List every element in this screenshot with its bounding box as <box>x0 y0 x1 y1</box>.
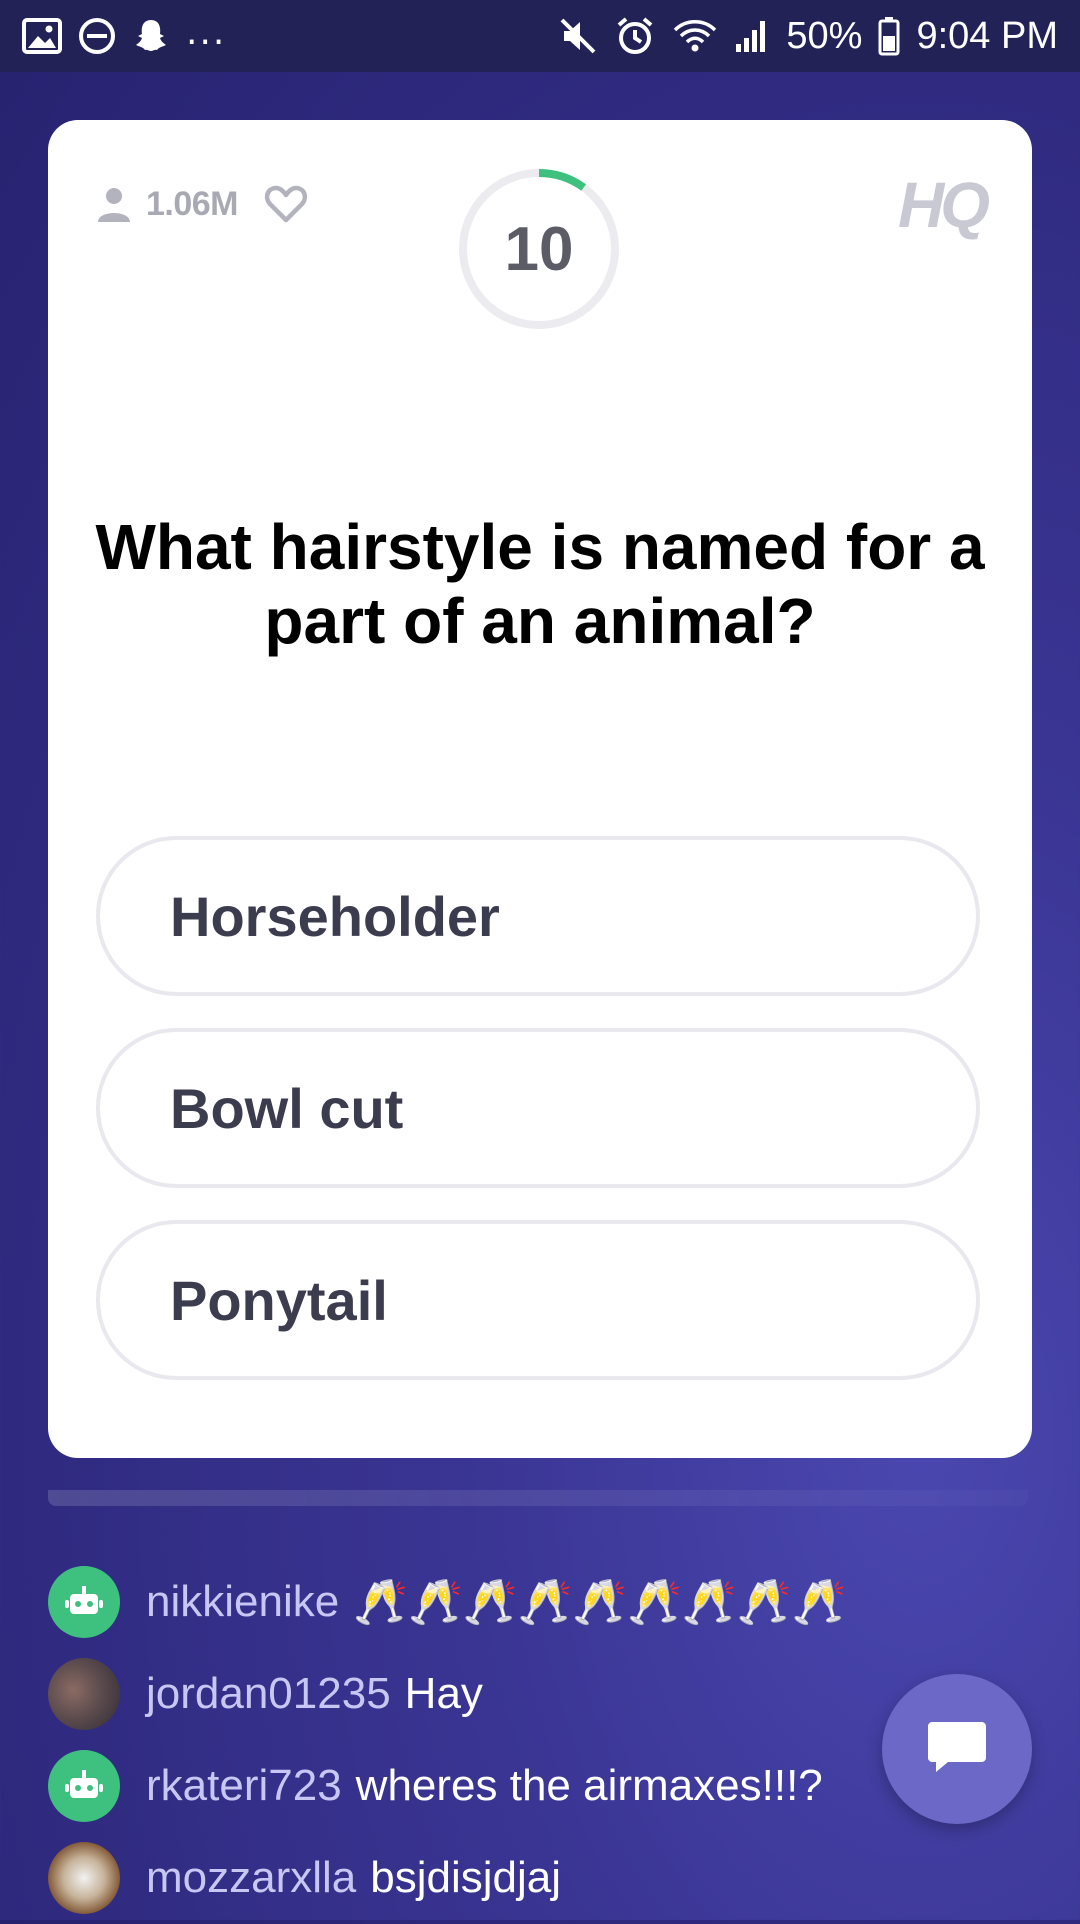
answer-option-3[interactable]: Ponytail <box>96 1220 980 1380</box>
question-card: 1.06M 10 HQ What hairstyle is named for … <box>48 120 1032 1458</box>
mute-icon <box>558 16 598 56</box>
robot-avatar-icon <box>48 1566 120 1638</box>
timer-value: 10 <box>504 214 574 284</box>
battery-percent: 50% <box>786 14 863 57</box>
alarm-icon <box>614 15 656 57</box>
chat-text: Hay <box>404 1669 483 1718</box>
status-bar: ... 50% 9:04 PM <box>0 0 1080 72</box>
chat-text: wheres the airmaxes!!!? <box>355 1761 823 1810</box>
chat-text: bsjdisjdjaj <box>370 1853 562 1902</box>
chat-fade-line <box>48 1490 1028 1530</box>
chat-username: mozzarxlla <box>146 1853 357 1902</box>
chat-message: mozzarxlla bsjdisjdjaj <box>48 1832 1048 1924</box>
chat-username: jordan01235 <box>146 1669 391 1718</box>
answer-option-2[interactable]: Bowl cut <box>96 1028 980 1188</box>
overflow-indicator: ... <box>186 11 227 53</box>
battery-icon <box>878 16 900 56</box>
answer-label: Bowl cut <box>170 1076 404 1140</box>
user-avatar <box>48 1658 120 1730</box>
answer-label: Horseholder <box>170 884 500 948</box>
robot-avatar-icon <box>48 1750 120 1822</box>
signal-icon <box>734 18 770 54</box>
person-icon <box>94 184 134 224</box>
chat-message: nikkienike 🥂🥂🥂🥂🥂🥂🥂🥂🥂 <box>48 1556 1048 1648</box>
clock: 9:04 PM <box>916 14 1058 57</box>
chat-text: 🥂🥂🥂🥂🥂🥂🥂🥂🥂 <box>353 1578 847 1627</box>
wifi-icon <box>672 16 718 56</box>
snapchat-icon <box>132 17 170 55</box>
answer-label: Ponytail <box>170 1268 388 1332</box>
gallery-icon <box>22 18 62 54</box>
countdown-timer: 10 <box>456 166 622 332</box>
chat-username: nikkienike <box>146 1577 340 1626</box>
viewer-count: 1.06M <box>146 184 239 223</box>
chat-username: rkateri723 <box>146 1761 342 1810</box>
open-chat-button[interactable] <box>882 1674 1032 1824</box>
question-text: What hairstyle is named for a part of an… <box>95 511 985 657</box>
viewer-stats: 1.06M <box>94 184 308 224</box>
do-not-disturb-icon <box>78 17 116 55</box>
chat-bubble-icon <box>926 1718 988 1780</box>
hq-logo: HQ <box>898 169 990 241</box>
answer-option-1[interactable]: Horseholder <box>96 836 980 996</box>
user-avatar <box>48 1842 120 1914</box>
heart-icon[interactable] <box>264 184 308 224</box>
